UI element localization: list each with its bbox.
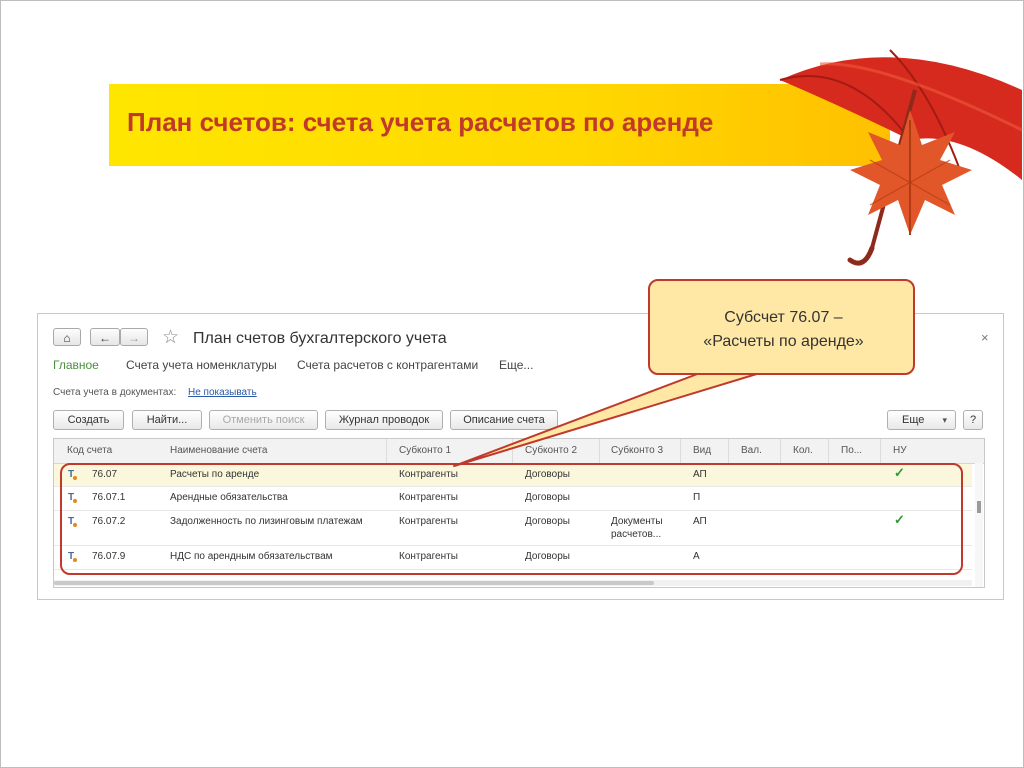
journal-button[interactable]: Журнал проводок	[325, 410, 443, 430]
tab-item-accounts[interactable]: Счета учета номенклатуры	[126, 358, 277, 372]
table-header: Код счета Наименование счета Субконто 1 …	[54, 439, 984, 464]
column-header[interactable]: НУ	[893, 445, 907, 456]
column-header[interactable]: Субконто 2	[525, 445, 577, 456]
column-header[interactable]: По...	[841, 445, 862, 456]
tab-more[interactable]: Еще...	[499, 358, 533, 372]
help-button[interactable]: ?	[963, 410, 983, 430]
forward-button[interactable]: →	[120, 328, 148, 346]
column-header[interactable]: Наименование счета	[170, 445, 267, 456]
back-button[interactable]: ←	[90, 328, 120, 346]
more-button[interactable]: Еще ▾	[887, 410, 956, 430]
window-title: План счетов бухгалтерского учета	[193, 330, 447, 347]
star-icon[interactable]: ☆	[162, 326, 179, 349]
column-header[interactable]: Субконто 1	[399, 445, 451, 456]
doc-accounts-link[interactable]: Не показывать	[188, 387, 257, 398]
scroll-thumb[interactable]	[54, 581, 654, 585]
umbrella-decoration	[779, 49, 1023, 266]
doc-accounts-label: Счета учета в документах:	[53, 387, 177, 398]
callout-box: Субсчет 76.07 – «Расчеты по аренде»	[648, 279, 915, 375]
column-header[interactable]: Вид	[693, 445, 711, 456]
home-icon: ⌂	[63, 331, 71, 345]
horizontal-scrollbar[interactable]	[54, 580, 972, 586]
tab-counterparty-accounts[interactable]: Счета расчетов с контрагентами	[297, 358, 478, 372]
account-description-button[interactable]: Описание счета	[450, 410, 558, 430]
close-icon[interactable]: ×	[981, 330, 989, 345]
column-header[interactable]: Вал.	[741, 445, 762, 456]
column-header[interactable]: Кол.	[793, 445, 813, 456]
column-header[interactable]: Субконто 3	[611, 445, 663, 456]
vertical-scrollbar[interactable]	[975, 463, 983, 587]
tab-main[interactable]: Главное	[53, 358, 99, 372]
callout-line-1: Субсчет 76.07 –	[724, 309, 843, 326]
arrow-left-icon: ←	[99, 331, 111, 345]
more-label: Еще	[902, 414, 925, 426]
column-header[interactable]: Код счета	[67, 445, 112, 456]
scroll-thumb[interactable]	[977, 501, 981, 513]
cancel-search-button[interactable]: Отменить поиск	[209, 410, 318, 430]
callout-line-2: «Расчеты по аренде»	[703, 333, 864, 350]
home-button[interactable]: ⌂	[53, 328, 81, 346]
find-button[interactable]: Найти...	[132, 410, 202, 430]
create-button[interactable]: Создать	[53, 410, 124, 430]
rows-highlight	[60, 463, 963, 575]
chevron-down-icon: ▾	[942, 415, 947, 425]
slide-title: План счетов: счета учета расчетов по аре…	[127, 107, 714, 137]
arrow-right-icon: →	[128, 331, 140, 345]
